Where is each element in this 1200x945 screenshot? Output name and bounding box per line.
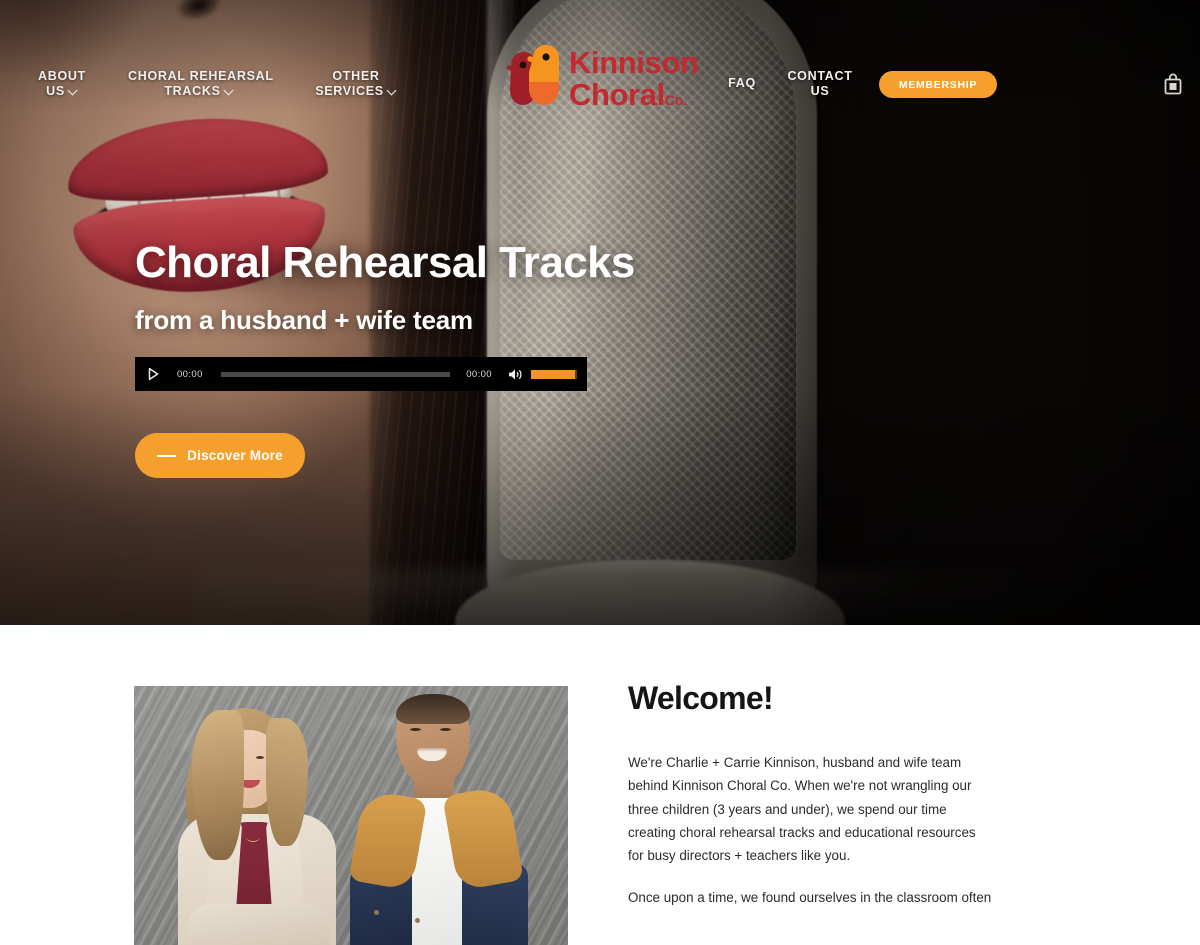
nav-label-line1: CHORAL REHEARSAL	[128, 69, 274, 83]
logo-wordmark: Kinnison ChoralCo.	[569, 47, 714, 110]
man-hair	[396, 694, 470, 724]
volume-slider[interactable]	[531, 369, 577, 379]
nav-item-contact-us[interactable]: CONTACT US	[778, 69, 862, 99]
dash-icon	[157, 454, 177, 457]
nav-item-faq[interactable]: FAQ	[714, 76, 770, 91]
nav-item-choral-rehearsal-tracks[interactable]: CHORAL REHEARSAL TRACKS	[128, 69, 273, 99]
nav-label-line2: US	[810, 83, 830, 98]
nav-label-line1: ABOUT	[38, 69, 86, 83]
duration-time: 00:00	[466, 368, 492, 380]
audio-player[interactable]: 00:00 00:00	[135, 357, 587, 392]
chevron-down-icon	[69, 87, 78, 96]
woman-folded-arms	[188, 904, 330, 945]
woman-hair-front-left	[192, 710, 244, 860]
man-eye-right	[440, 728, 451, 731]
nav-label-line1: FAQ	[728, 76, 756, 90]
nav-label-line2: US	[46, 83, 65, 98]
hero-subheading: from a husband + wife team	[135, 305, 473, 336]
seek-bar[interactable]	[220, 371, 451, 377]
logo-line1: Kinnison	[569, 45, 699, 80]
man-jacket-button-2	[415, 918, 420, 923]
two-birds-icon	[505, 44, 573, 116]
play-icon[interactable]	[146, 367, 160, 381]
speaker-icon[interactable]	[508, 368, 523, 381]
woman-eye-right	[256, 756, 264, 759]
chevron-down-icon	[225, 87, 234, 96]
discover-more-button[interactable]: Discover More	[135, 433, 305, 478]
couple-photo	[134, 686, 568, 945]
logo-line2-text: Choral	[569, 76, 665, 112]
nav-label-line2: TRACKS	[164, 83, 221, 98]
current-time: 00:00	[177, 368, 203, 380]
man-eye-left	[410, 728, 421, 731]
chevron-down-icon	[388, 87, 397, 96]
discover-more-label: Discover More	[187, 448, 283, 463]
site-logo[interactable]: Kinnison ChoralCo.	[505, 44, 710, 122]
hero-copy: Choral Rehearsal Tracks from a husband +…	[135, 238, 835, 392]
membership-button[interactable]: MEMBERSHIP	[879, 71, 997, 98]
logo-line2: ChoralCo.	[569, 76, 714, 112]
woman-necklace	[246, 832, 260, 842]
nav-label-line1: OTHER	[332, 69, 380, 83]
hero-heading: Choral Rehearsal Tracks	[135, 238, 635, 287]
logo-suffix: Co.	[664, 91, 688, 108]
nav-item-about-us[interactable]: ABOUT US	[26, 69, 98, 99]
welcome-paragraph-1: We're Charlie + Carrie Kinnison, husband…	[628, 755, 976, 864]
hero-section: ABOUT US CHORAL REHEARSAL TRACKS OTHER S…	[0, 0, 1200, 625]
welcome-paragraph-2: Once upon a time, we found ourselves in …	[628, 889, 992, 905]
nav-label-line1: CONTACT	[787, 69, 853, 83]
nav-label-line2: SERVICES	[315, 83, 384, 98]
welcome-section: Welcome! We're Charlie + Carrie Kinnison…	[0, 625, 1200, 945]
shopping-bag-icon[interactable]	[1163, 72, 1183, 96]
welcome-copy: Welcome! We're Charlie + Carrie Kinnison…	[628, 680, 993, 927]
man-jacket-button-1	[374, 910, 379, 915]
volume-fill	[531, 369, 576, 379]
nav-item-other-services[interactable]: OTHER SERVICES	[306, 69, 406, 99]
welcome-heading: Welcome!	[628, 680, 774, 716]
